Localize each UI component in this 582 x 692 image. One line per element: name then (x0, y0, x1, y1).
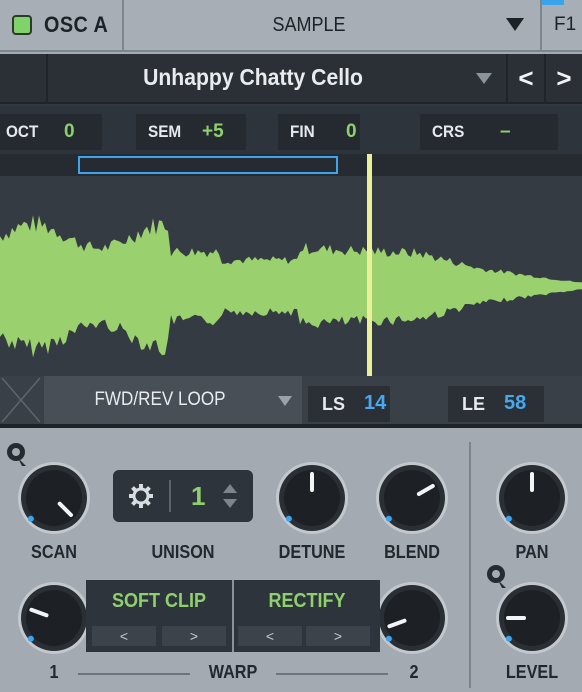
param-sem-value: +5 (202, 121, 224, 142)
osc-enable-toggle[interactable] (12, 15, 32, 35)
param-crs-label: CRS (432, 122, 465, 141)
filter-indicator (542, 0, 564, 5)
next-sample-button[interactable]: > (544, 54, 582, 104)
sample-menu-slot[interactable] (0, 54, 48, 104)
filter-routing-button[interactable]: F1 (540, 0, 582, 52)
osc-title: OSC A (44, 12, 109, 37)
loop-end-field[interactable]: LE 58 (448, 386, 544, 422)
loop-controls: FWD/REV LOOP LS 14 LE 58 (0, 376, 582, 424)
param-fin[interactable]: FIN 0 (278, 114, 360, 150)
waveform-shape (0, 215, 582, 358)
gear-icon[interactable] (127, 482, 155, 510)
warp-fx2-selector[interactable]: RECTIFY < > (234, 580, 380, 652)
param-crs[interactable]: CRS – (420, 114, 558, 150)
warp-fx2-next-button[interactable]: > (306, 626, 370, 646)
unison-stepper[interactable]: 1 (113, 470, 253, 522)
param-fin-label: FIN (290, 122, 315, 141)
unison-value: 1 (191, 481, 206, 511)
osc-knob-panel: 1 SCAN UNISON DETUNE BLEND PAN LEVEL SOF… (0, 424, 582, 692)
loop-mode-label: FWD/REV LOOP (94, 389, 226, 410)
dropdown-caret-icon (278, 396, 292, 406)
level-label: LEVEL (505, 662, 559, 682)
warp-label: WARP (208, 662, 258, 682)
sample-browser: Unhappy Chatty Cello < > (0, 54, 582, 104)
osc-mode-label: SAMPLE (272, 14, 346, 36)
pan-label: PAN (515, 542, 549, 562)
warp-fx1-prev-button[interactable]: < (92, 626, 156, 646)
pan-knob[interactable] (488, 454, 576, 542)
close-icon[interactable] (0, 376, 42, 424)
param-fin-value: 0 (346, 121, 357, 142)
sample-display: Unhappy Chatty Cello < > OCT 0 SEM +5 FI… (0, 54, 582, 424)
param-oct[interactable]: OCT 0 (0, 114, 102, 150)
osc-mode-dropdown[interactable]: SAMPLE (126, 0, 538, 52)
warp-fx1-selector[interactable]: SOFT CLIP < > (86, 580, 232, 652)
warp-fx2-name: RECTIFY (268, 590, 346, 612)
playhead-marker[interactable] (367, 154, 372, 376)
warp-fx1-next-button[interactable]: > (162, 626, 226, 646)
param-sem[interactable]: SEM +5 (136, 114, 246, 150)
loop-start-value: 14 (364, 392, 387, 414)
param-oct-label: OCT (6, 122, 39, 141)
scan-knob[interactable] (10, 454, 98, 542)
level-knob[interactable] (488, 574, 576, 662)
detune-knob[interactable] (268, 454, 356, 542)
warp2-knob[interactable] (368, 574, 456, 662)
unison-separator (169, 480, 171, 512)
waveform-view[interactable] (0, 154, 582, 376)
warp-slot1-label: 1 (49, 662, 59, 682)
blend-label: BLEND (384, 542, 440, 562)
dropdown-caret-icon (506, 18, 524, 31)
loop-end-value: 58 (504, 392, 527, 414)
sample-dropdown-icon[interactable] (476, 73, 492, 84)
unison-decrement-icon[interactable] (223, 499, 237, 508)
unison-label: UNISON (151, 542, 215, 562)
prev-sample-button[interactable]: < (506, 54, 544, 104)
waveform-graph (0, 215, 582, 358)
loop-mode-dropdown[interactable]: FWD/REV LOOP (44, 376, 302, 424)
blend-knob[interactable] (368, 454, 456, 542)
warp-fx2-prev-button[interactable]: < (238, 626, 302, 646)
param-sem-label: SEM (148, 122, 182, 141)
sample-name[interactable]: Unhappy Chatty Cello (64, 64, 441, 91)
loop-end-label: LE (462, 394, 486, 414)
pitch-params: OCT 0 SEM +5 FIN 0 CRS – (0, 106, 582, 154)
warp-slot2-label: 2 (409, 662, 419, 682)
osc-enable-section: OSC A (0, 0, 124, 52)
warp-line-right (276, 673, 388, 675)
detune-label: DETUNE (278, 542, 346, 562)
osc-header: OSC A SAMPLE F1 (0, 0, 582, 52)
panel-divider (469, 442, 471, 688)
scan-label: SCAN (31, 542, 77, 562)
param-crs-value: – (500, 121, 511, 142)
warp1-knob[interactable] (10, 574, 98, 662)
unison-increment-icon[interactable] (223, 484, 237, 493)
filter-label: F1 (554, 14, 577, 35)
loop-start-label: LS (322, 394, 346, 414)
param-oct-value: 0 (64, 121, 75, 142)
warp-line-left (78, 673, 190, 675)
warp-fx1-name: SOFT CLIP (111, 590, 206, 612)
loop-start-field[interactable]: LS 14 (308, 386, 390, 422)
